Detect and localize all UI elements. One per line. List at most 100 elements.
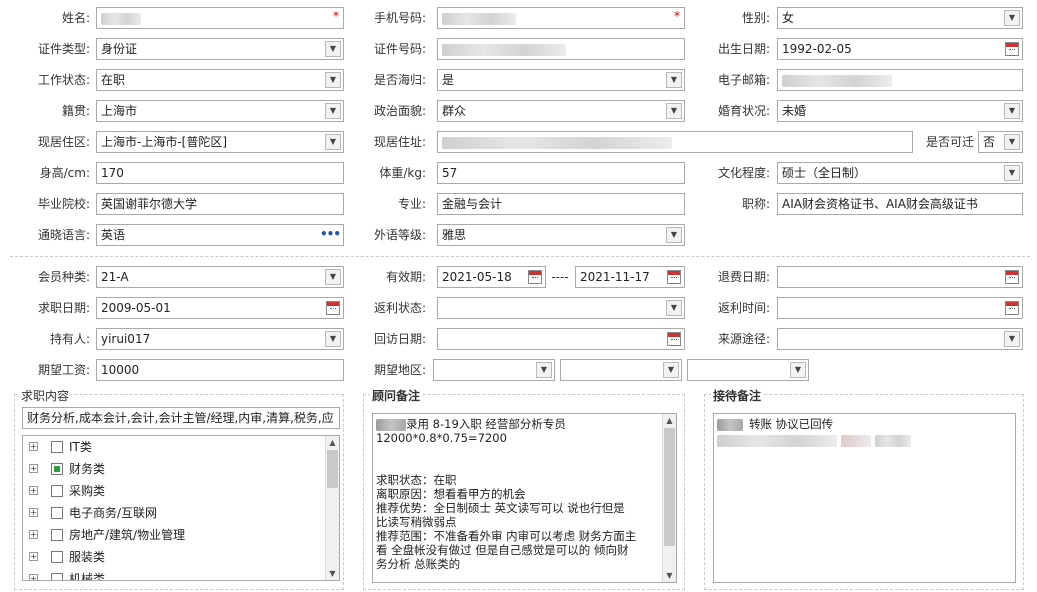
calendar-icon[interactable] — [667, 270, 681, 284]
calendar-icon[interactable] — [1005, 270, 1019, 284]
checkbox[interactable] — [51, 441, 63, 453]
expand-plus-icon[interactable]: + — [29, 552, 38, 561]
checkbox[interactable] — [51, 573, 63, 580]
language-field[interactable]: 英语 ••• — [96, 224, 344, 246]
foreign-level-select[interactable]: 雅思 ▼ — [437, 224, 685, 246]
address-field[interactable] — [437, 131, 913, 153]
education-select[interactable]: 硕士（全日制） ▼ — [777, 162, 1023, 184]
expand-plus-icon[interactable]: + — [29, 442, 38, 451]
major-field[interactable]: 金融与会计 — [437, 193, 685, 215]
apply-date-field[interactable]: 2009-05-01 — [96, 297, 344, 319]
expand-plus-icon[interactable]: + — [29, 574, 38, 580]
holder-value: yirui017 — [101, 332, 151, 346]
checkbox[interactable] — [51, 551, 63, 563]
valid-to-field[interactable]: 2021-11-17 — [575, 266, 685, 288]
scroll-down-icon[interactable]: ▼ — [663, 569, 676, 582]
region-district-select[interactable]: ▼ — [687, 359, 809, 381]
chevron-down-icon[interactable]: ▼ — [666, 72, 682, 88]
reception-line-redacted — [717, 433, 1011, 447]
calendar-icon[interactable] — [1005, 301, 1019, 315]
checkbox-checked[interactable] — [51, 463, 63, 475]
chevron-down-icon[interactable]: ▼ — [325, 103, 341, 119]
native-value: 上海市 — [101, 104, 138, 118]
expand-plus-icon[interactable]: + — [29, 464, 38, 473]
member-type-select[interactable]: 21-A ▼ — [96, 266, 344, 288]
rebate-time-field[interactable] — [777, 297, 1023, 319]
reception-notes-textarea[interactable]: 转账 协议已回传 — [713, 413, 1016, 583]
chevron-down-icon[interactable]: ▼ — [1004, 331, 1020, 347]
chevron-down-icon[interactable]: ▼ — [1004, 165, 1020, 181]
chevron-down-icon[interactable]: ▼ — [536, 362, 552, 378]
source-select[interactable]: ▼ — [777, 328, 1023, 350]
relocate-label: 是否可迁 — [925, 135, 974, 149]
chevron-down-icon[interactable]: ▼ — [1004, 10, 1020, 26]
chevron-down-icon[interactable]: ▼ — [666, 103, 682, 119]
scroll-up-icon[interactable]: ▲ — [326, 436, 339, 449]
weight-value: 57 — [442, 166, 458, 180]
calendar-icon[interactable] — [667, 332, 681, 346]
checkbox[interactable] — [51, 507, 63, 519]
chevron-down-icon[interactable]: ▼ — [325, 41, 341, 57]
title-field[interactable]: AIA财会资格证书、AIA财会高级证书 — [777, 193, 1023, 215]
scroll-down-icon[interactable]: ▼ — [326, 567, 339, 580]
salary-field[interactable]: 10000 — [96, 359, 344, 381]
name-field[interactable]: * — [96, 7, 344, 29]
school-field[interactable]: 英国谢菲尔德大学 — [96, 193, 344, 215]
mobile-field[interactable]: * — [437, 7, 685, 29]
height-label: 身高/cm: — [39, 166, 90, 180]
region-city-select[interactable]: ▼ — [560, 359, 682, 381]
tree-scrollbar[interactable]: ▲ ▼ — [325, 436, 339, 580]
calendar-icon[interactable] — [326, 301, 340, 315]
scroll-thumb[interactable] — [327, 450, 338, 488]
expand-plus-icon[interactable]: + — [29, 486, 38, 495]
consultant-notes-textarea[interactable]: 录用 8-19入职 经营部分析专员 12000*0.8*0.75=7200 求职… — [372, 413, 677, 583]
birth-date-field[interactable]: 1992-02-05 — [777, 38, 1023, 60]
chevron-down-icon[interactable]: ▼ — [325, 72, 341, 88]
scroll-up-icon[interactable]: ▲ — [663, 414, 676, 427]
notes-scrollbar[interactable]: ▲ ▼ — [662, 414, 676, 582]
rebate-status-select[interactable]: ▼ — [437, 297, 685, 319]
chevron-down-icon[interactable]: ▼ — [325, 269, 341, 285]
residence-select[interactable]: 上海市-上海市-[普陀区] ▼ — [96, 131, 344, 153]
native-select[interactable]: 上海市 ▼ — [96, 100, 344, 122]
expand-plus-icon[interactable]: + — [29, 508, 38, 517]
chevron-down-icon[interactable]: ▼ — [1004, 134, 1020, 150]
calendar-icon[interactable] — [1005, 42, 1019, 56]
height-field[interactable]: 170 — [96, 162, 344, 184]
expand-plus-icon[interactable]: + — [29, 530, 38, 539]
revisit-date-field[interactable] — [437, 328, 685, 350]
valid-from-field[interactable]: 2021-05-18 — [437, 266, 546, 288]
more-options-icon[interactable]: ••• — [320, 225, 341, 243]
name-label: 姓名: — [61, 11, 90, 25]
chevron-down-icon[interactable]: ▼ — [790, 362, 806, 378]
idtype-select[interactable]: 身份证 ▼ — [96, 38, 344, 60]
workstatus-select[interactable]: 在职 ▼ — [96, 69, 344, 91]
gender-select[interactable]: 女 ▼ — [777, 7, 1023, 29]
refund-date-field[interactable] — [777, 266, 1023, 288]
redacted-text — [841, 434, 871, 447]
region-province-select[interactable]: ▼ — [433, 359, 555, 381]
job-category-tree[interactable]: + IT类 + 财务类 + 采购类 + 电子商务/互联网 + 房地产/建筑/物业管理 + 服… — [22, 435, 340, 581]
checkbox[interactable] — [51, 529, 63, 541]
marital-select[interactable]: 未婚 ▼ — [777, 100, 1023, 122]
calendar-icon[interactable] — [528, 270, 542, 284]
political-select[interactable]: 群众 ▼ — [437, 100, 685, 122]
scroll-thumb[interactable] — [664, 428, 675, 546]
job-content-summary[interactable]: 财务分析,成本会计,会计,会计主管/经理,内审,清算,税务,应 — [22, 407, 340, 429]
chevron-down-icon[interactable]: ▼ — [666, 300, 682, 316]
chevron-down-icon[interactable]: ▼ — [325, 134, 341, 150]
tree-label: 财务类 — [69, 462, 106, 476]
weight-field[interactable]: 57 — [437, 162, 685, 184]
chevron-down-icon[interactable]: ▼ — [325, 331, 341, 347]
email-field[interactable] — [777, 69, 1023, 91]
chevron-down-icon[interactable]: ▼ — [666, 227, 682, 243]
education-label: 文化程度: — [717, 166, 770, 180]
returnee-select[interactable]: 是 ▼ — [437, 69, 685, 91]
checkbox[interactable] — [51, 485, 63, 497]
chevron-down-icon[interactable]: ▼ — [663, 362, 679, 378]
holder-select[interactable]: yirui017 ▼ — [96, 328, 344, 350]
relocate-select[interactable]: 否 ▼ — [978, 131, 1023, 153]
chevron-down-icon[interactable]: ▼ — [1004, 103, 1020, 119]
mobile-label: 手机号码: — [373, 11, 426, 25]
idno-field[interactable] — [437, 38, 685, 60]
